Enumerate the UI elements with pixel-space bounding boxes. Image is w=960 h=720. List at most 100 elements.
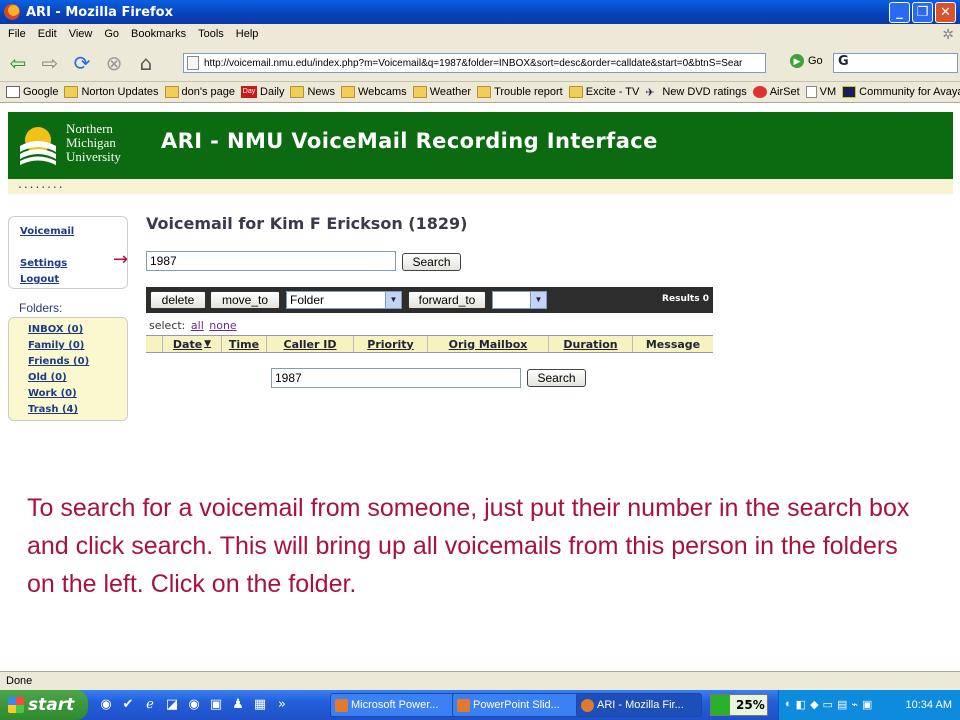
delete-button[interactable]: delete [150, 291, 206, 309]
menu-help[interactable]: Help [236, 28, 259, 40]
voicemail-title: Voicemail for Kim F Erickson (1829) [146, 214, 468, 233]
column-date[interactable]: Date ▼ [162, 336, 221, 352]
url-bar[interactable]: http://voicemail.nmu.edu/index.php?m=Voi… [183, 53, 766, 73]
folder-work[interactable]: Work (0) [28, 388, 77, 399]
home-icon[interactable]: ⌂ [132, 49, 160, 77]
app-tray-icon[interactable]: ▣ [862, 698, 872, 711]
firefox-icon[interactable]: ◉ [98, 695, 114, 713]
column-caller-id[interactable]: Caller ID [266, 336, 353, 352]
check-icon[interactable]: ✔ [120, 695, 136, 713]
bookmark-excite-tv[interactable]: Excite - TV [568, 86, 639, 98]
bookmarks-toolbar: Google Norton Updates don's page Day Dail… [0, 82, 960, 103]
results-count: Results 0 [662, 294, 709, 304]
window-controls: _ ❐ ✕ [889, 2, 956, 23]
folder-old[interactable]: Old (0) [28, 372, 67, 383]
status-text: Done [6, 675, 33, 687]
ie-icon[interactable]: ℯ [142, 695, 158, 713]
folder-trash[interactable]: Trash (4) [28, 404, 78, 415]
stop-icon[interactable]: ⊗ [100, 49, 128, 77]
avaya-icon [842, 86, 857, 98]
menu-bookmarks[interactable]: Bookmarks [131, 28, 186, 40]
overflow-icon[interactable]: » [274, 695, 290, 713]
message-table-header: Date ▼ Time Caller ID Priority Orig Mailb… [146, 335, 713, 353]
camera-icon[interactable]: ▣ [208, 695, 224, 713]
network-icon[interactable]: ◧ [796, 698, 806, 711]
bookmark-new-dvd-ratings[interactable]: ✈ New DVD ratings [645, 86, 746, 99]
column-duration[interactable]: Duration [548, 336, 632, 352]
column-orig-mailbox[interactable]: Orig Mailbox [427, 336, 548, 352]
menu-file[interactable]: File [8, 28, 26, 40]
bottom-search-input[interactable]: 1987 [271, 368, 521, 388]
sidebar-item-settings[interactable]: Settings [20, 258, 67, 269]
bookmark-webcams[interactable]: Webcams [340, 86, 407, 98]
folder-friends[interactable]: Friends (0) [28, 356, 89, 367]
move-to-button[interactable]: move_to [210, 291, 280, 309]
usb-icon[interactable]: ⌁ [851, 698, 858, 711]
folders-list: INBOX (0) Family (0) Friends (0) Old (0)… [8, 317, 128, 421]
select-none-link[interactable]: none [209, 319, 236, 332]
bookmark-news[interactable]: News [290, 86, 335, 98]
column-priority[interactable]: Priority [353, 336, 427, 352]
bookmark-daily[interactable]: Day Daily [241, 86, 284, 98]
app-title: ARI - NMU VoiceMail Recording Interface [161, 129, 658, 153]
person-icon[interactable]: ♟ [230, 695, 246, 713]
sort-desc-icon: ▼ [204, 339, 212, 349]
bookmark-community-avaya[interactable]: Community for Avaya... [842, 86, 960, 98]
google-search-box[interactable]: G [833, 53, 958, 73]
folder-inbox[interactable]: INBOX (0) [28, 324, 83, 335]
sound-icon[interactable]: ◐ [785, 698, 792, 711]
app2-icon[interactable]: ▦ [252, 695, 268, 713]
monitor-icon[interactable]: ▭ [823, 698, 833, 711]
sidebar-nav: Voicemail Settings Logout [8, 216, 128, 289]
close-button[interactable]: ✕ [935, 2, 956, 23]
select-all-link[interactable]: all [191, 319, 204, 332]
bottom-search-button[interactable]: Search [527, 369, 586, 387]
folder-icon [412, 86, 427, 98]
bookmark-airset[interactable]: AirSet [752, 86, 800, 98]
folder-select[interactable]: Folder ▼ [286, 291, 402, 309]
back-icon[interactable]: ⇦ [4, 49, 32, 77]
menu-edit[interactable]: Edit [38, 28, 57, 40]
go-button[interactable]: ▶ Go [790, 54, 823, 68]
bookmark-vm[interactable]: VM [805, 86, 836, 98]
start-label: start [28, 695, 75, 715]
reload-icon[interactable]: ⟳ [68, 49, 96, 77]
menu-bar: File Edit View Go Bookmarks Tools Help ✲ [0, 24, 960, 44]
minimize-button[interactable]: _ [889, 2, 910, 23]
shield-icon[interactable]: ◆ [810, 698, 818, 711]
forward-to-button[interactable]: forward_to [408, 291, 486, 309]
menu-tools[interactable]: Tools [198, 28, 224, 40]
folder-icon [64, 86, 79, 98]
forward-select[interactable]: ▼ [492, 291, 547, 309]
start-button[interactable]: start [0, 690, 88, 720]
menu-view[interactable]: View [69, 28, 93, 40]
sidebar-item-voicemail[interactable]: Voicemail [20, 226, 74, 237]
forward-icon[interactable]: ⇨ [36, 49, 64, 77]
go-arrow-icon: ▶ [790, 54, 804, 68]
app-icon[interactable]: ◪ [164, 695, 180, 713]
page-icon [187, 56, 199, 70]
usage-meter: 25% [710, 694, 768, 716]
menu-go[interactable]: Go [104, 28, 119, 40]
pointer-arrow-icon: → [113, 249, 129, 270]
bookmark-weather[interactable]: Weather [412, 86, 471, 98]
page-content: Northern Michigan University ARI - NMU V… [0, 103, 960, 671]
bookmark-google[interactable]: Google [6, 86, 58, 98]
google-icon [6, 86, 20, 98]
task-firefox[interactable]: ARI - Mozilla Fir... [576, 693, 702, 717]
media-icon[interactable]: ◉ [186, 695, 202, 713]
folder-family[interactable]: Family (0) [28, 340, 84, 351]
nmu-logo-icon [18, 122, 58, 166]
search-input[interactable]: 1987 [146, 251, 396, 271]
bookmark-trouble-report[interactable]: Trouble report [477, 86, 563, 98]
bookmark-norton-updates[interactable]: Norton Updates [64, 86, 159, 98]
page-icon [805, 86, 817, 98]
search-button[interactable]: Search [402, 253, 461, 271]
bookmark-dons-page[interactable]: don's page [164, 86, 235, 98]
printer-icon[interactable]: ▤ [837, 698, 847, 711]
chevron-down-icon: ▼ [385, 292, 401, 308]
maximize-button[interactable]: ❐ [912, 2, 933, 23]
chevron-down-icon: ▼ [530, 292, 546, 308]
column-time[interactable]: Time [221, 336, 266, 352]
sidebar-item-logout[interactable]: Logout [20, 274, 59, 285]
